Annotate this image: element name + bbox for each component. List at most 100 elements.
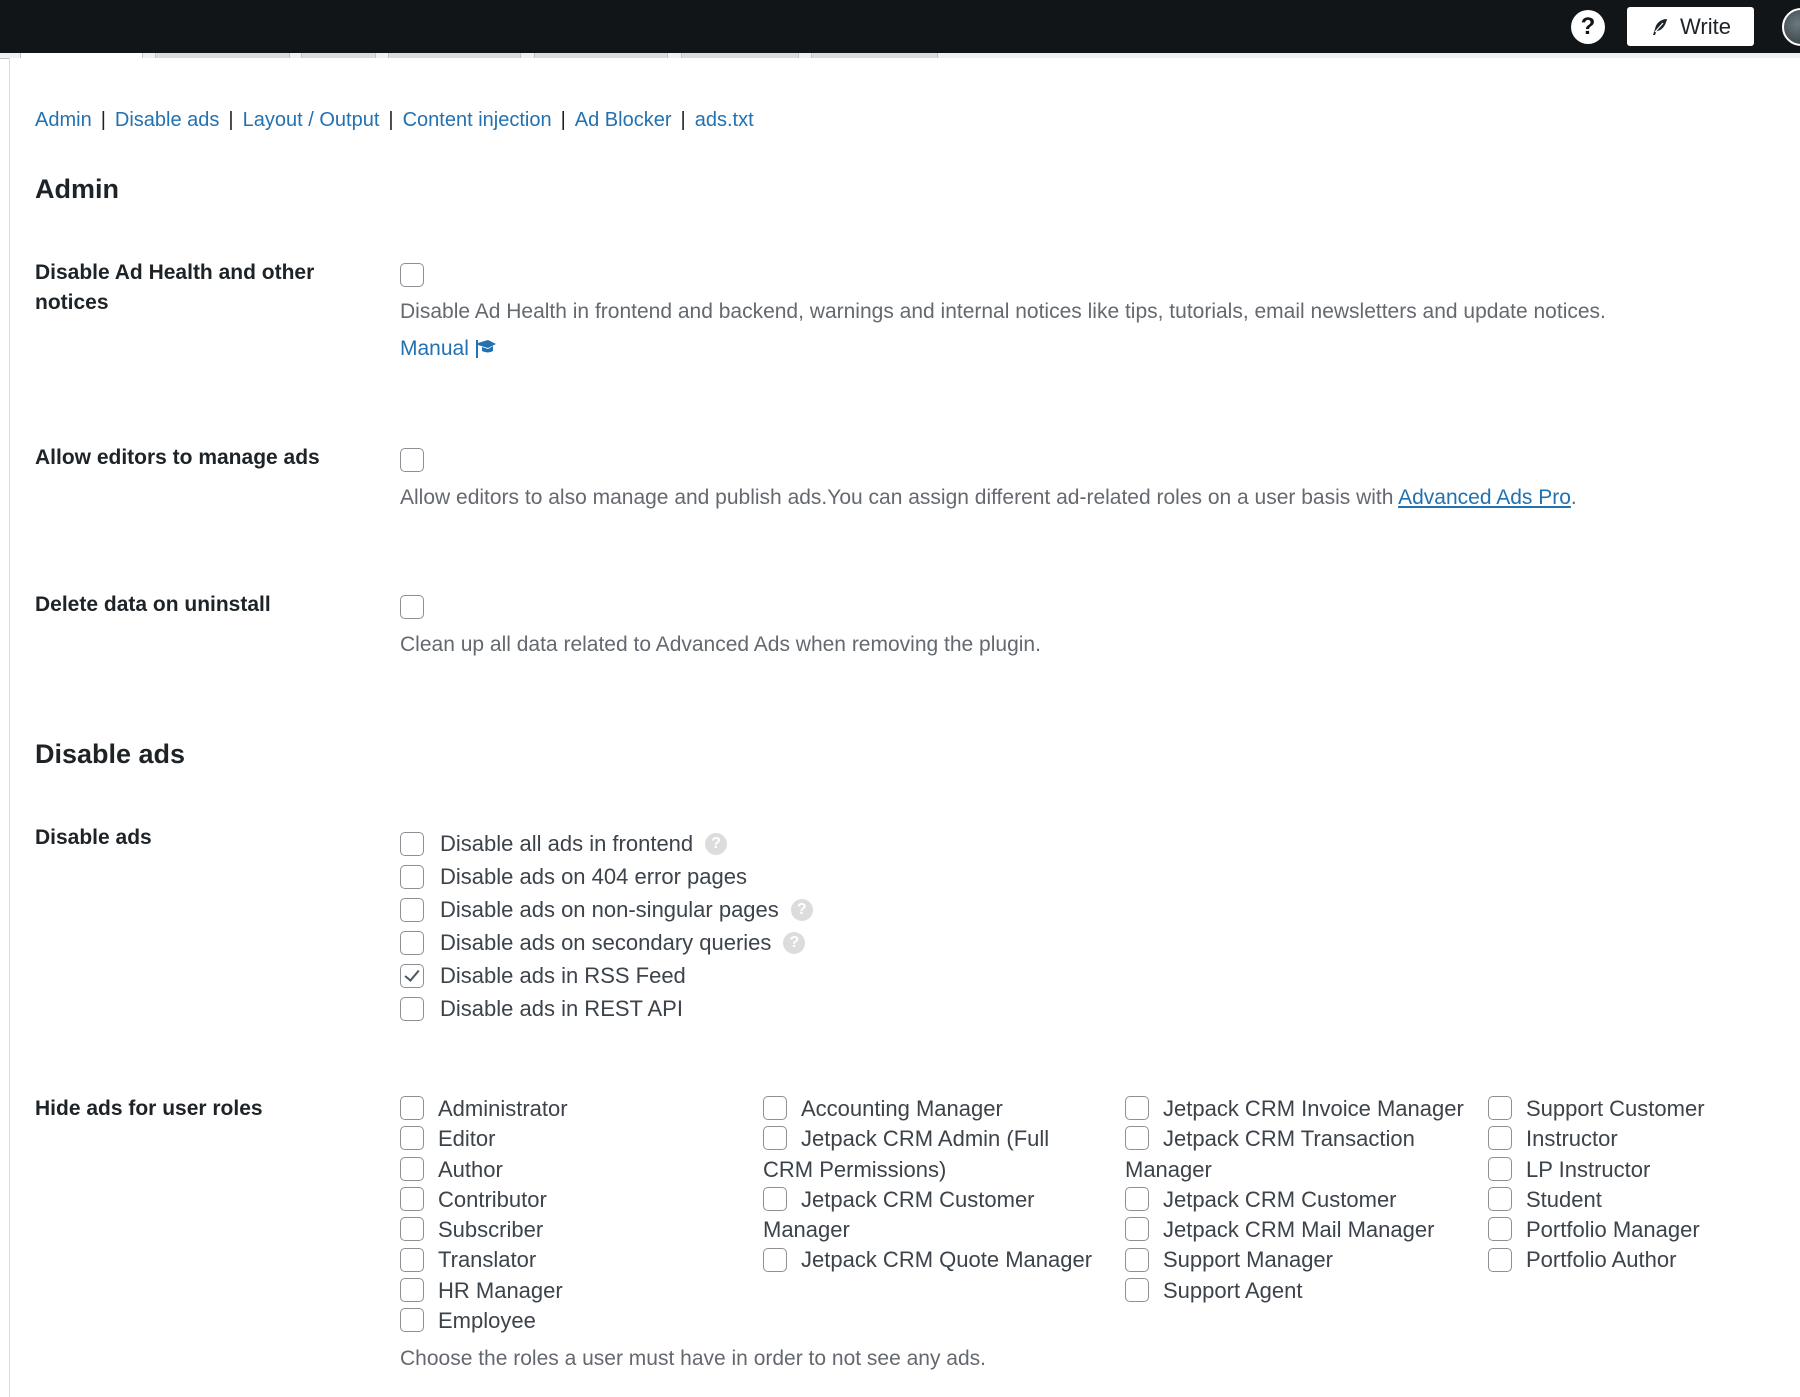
role-checkbox[interactable] [400,1096,424,1121]
role-option[interactable]: HR Manager [400,1276,740,1306]
roles-column-2: Accounting Manager Jetpack CRM Admin (Ful… [763,1094,1103,1276]
subnav-separator: | [388,109,394,131]
role-option[interactable]: Support Customer [1488,1094,1788,1124]
checkbox-checked[interactable] [400,963,424,988]
role-label: Administrator [438,1096,568,1121]
subnav-content-injection[interactable]: Content injection [403,109,552,131]
role-option[interactable]: Contributor [400,1185,740,1215]
subnav-layout-output[interactable]: Layout / Output [243,109,380,131]
write-button[interactable]: Write [1627,7,1754,46]
option-disable-rest-api[interactable]: Disable ads in REST API [400,992,813,1025]
role-checkbox[interactable] [1488,1096,1512,1121]
checkbox[interactable] [400,930,424,955]
checkbox[interactable] [400,864,424,889]
role-checkbox[interactable] [400,1187,424,1212]
checkbox[interactable] [400,897,424,922]
role-option[interactable]: Jetpack CRM Customer [1125,1185,1465,1215]
role-checkbox[interactable] [1125,1217,1149,1242]
role-option[interactable]: Student [1488,1185,1788,1215]
subnav-separator: | [560,109,566,131]
subnav-separator: | [100,109,106,131]
help-icon[interactable]: ? [783,931,806,954]
delete-data-checkbox[interactable] [400,595,424,619]
disable-ad-health-checkbox[interactable] [400,263,424,287]
role-checkbox[interactable] [400,1247,424,1272]
role-checkbox[interactable] [763,1126,787,1151]
role-checkbox[interactable] [1125,1247,1149,1272]
user-avatar[interactable] [1782,8,1800,46]
role-option[interactable]: Portfolio Manager [1488,1215,1788,1245]
role-checkbox[interactable] [1488,1217,1512,1242]
role-option[interactable]: Jetpack CRM Transaction Manager [1125,1124,1465,1185]
subnav-ad-blocker[interactable]: Ad Blocker [575,109,672,131]
role-checkbox[interactable] [1488,1126,1512,1151]
role-option[interactable]: Jetpack CRM Quote Manager [763,1245,1103,1275]
role-option[interactable]: Support Agent [1125,1276,1465,1306]
roles-column-1: Administrator Editor Author Contributor Subs… [400,1094,740,1336]
disable-ads-label: Disable ads [35,826,152,849]
delete-data-label: Delete data on uninstall [35,593,271,616]
checkbox[interactable] [400,831,424,856]
role-option[interactable]: Jetpack CRM Invoice Manager [1125,1094,1465,1124]
allow-editors-suffix: . [1570,486,1577,509]
help-button[interactable]: ? [1571,10,1605,44]
role-option[interactable]: Administrator [400,1094,740,1124]
role-label: Subscriber [438,1217,544,1243]
role-label: Student [1526,1186,1602,1212]
allow-editors-checkbox[interactable] [400,448,424,472]
role-checkbox[interactable] [763,1187,787,1212]
disable-ad-health-label: Disable Ad Health and other notices [35,261,315,314]
option-disable-404[interactable]: Disable ads on 404 error pages [400,860,813,893]
role-option[interactable]: Accounting Manager [763,1094,1103,1124]
role-checkbox[interactable] [400,1156,424,1181]
role-option[interactable]: LP Instructor [1488,1155,1788,1185]
option-disable-secondary-queries[interactable]: Disable ads on secondary queries? [400,926,813,959]
checkbox[interactable] [400,996,424,1021]
role-checkbox[interactable] [1125,1126,1149,1151]
role-option[interactable]: Subscriber [400,1215,740,1245]
manual-link-label: Manual [400,337,469,360]
role-checkbox[interactable] [1488,1156,1512,1181]
role-option[interactable]: Jetpack CRM Admin (Full CRM Permissions) [763,1124,1103,1185]
role-option[interactable]: Translator [400,1245,740,1275]
subnav-admin[interactable]: Admin [35,109,92,131]
role-checkbox[interactable] [1125,1187,1149,1212]
role-checkbox[interactable] [400,1126,424,1151]
role-checkbox[interactable] [400,1217,424,1242]
advanced-ads-pro-link[interactable]: Advanced Ads Pro [1398,486,1571,509]
option-label: Disable ads on non-singular pages [440,896,779,922]
help-icon[interactable]: ? [705,832,728,855]
role-option[interactable]: Jetpack CRM Customer Manager [763,1185,1103,1246]
admin-section-title: Admin [35,174,119,204]
role-checkbox[interactable] [400,1308,424,1333]
role-option[interactable]: Portfolio Author [1488,1245,1788,1275]
role-checkbox[interactable] [1125,1277,1149,1302]
role-label: Portfolio Manager [1526,1217,1700,1243]
top-admin-bar: ? Write [0,0,1800,53]
graduation-cap-icon [475,340,496,358]
role-option[interactable]: Employee [400,1306,740,1336]
role-option[interactable]: Instructor [1488,1124,1788,1154]
role-checkbox[interactable] [763,1096,787,1121]
role-label: Support Manager [1163,1247,1333,1273]
subnav-separator: | [228,109,234,131]
role-option[interactable]: Author [400,1155,740,1185]
role-checkbox[interactable] [1125,1096,1149,1121]
role-checkbox[interactable] [1488,1247,1512,1272]
role-checkbox[interactable] [400,1277,424,1302]
option-disable-rss-feed[interactable]: Disable ads in RSS Feed [400,959,813,992]
role-checkbox[interactable] [1488,1187,1512,1212]
disable-ads-options: Disable all ads in frontend? Disable ads… [400,827,813,1025]
role-checkbox[interactable] [763,1247,787,1272]
role-option[interactable]: Support Manager [1125,1245,1465,1275]
subnav-disable-ads[interactable]: Disable ads [115,109,220,131]
help-icon[interactable]: ? [790,898,813,921]
role-option[interactable]: Editor [400,1124,740,1154]
option-disable-all-frontend[interactable]: Disable all ads in frontend? [400,827,813,860]
subnav-ads-txt[interactable]: ads.txt [695,109,754,131]
option-label: Disable ads on secondary queries [440,929,772,955]
role-option[interactable]: Jetpack CRM Mail Manager [1125,1215,1465,1245]
option-disable-non-singular[interactable]: Disable ads on non-singular pages? [400,893,813,926]
role-label: Jetpack CRM Invoice Manager [1163,1096,1464,1121]
manual-link[interactable]: Manual [400,337,497,361]
